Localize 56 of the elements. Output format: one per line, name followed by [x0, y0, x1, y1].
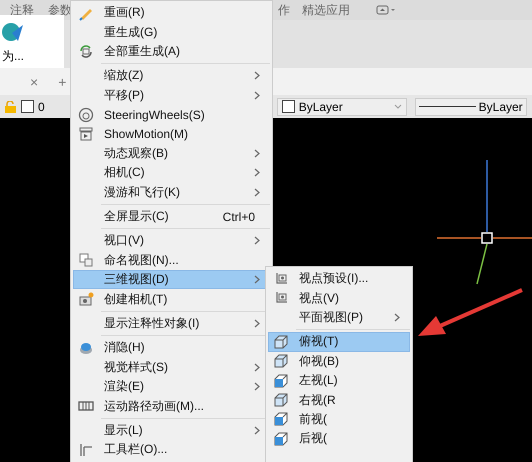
linetype-dropdown[interactable]: ByLayer: [414, 98, 527, 116]
menu-item[interactable]: 全部重生成(A): [73, 42, 270, 62]
menu-item[interactable]: 显示(L): [73, 420, 270, 440]
menu-item[interactable]: 后视(: [268, 429, 410, 449]
menu-item[interactable]: 右视(R: [268, 390, 410, 410]
refresh-icon: [78, 43, 94, 60]
menu-item[interactable]: 漫游和飞行(K): [73, 182, 270, 202]
cube-icon: [273, 392, 289, 408]
menu-item[interactable]: ShowMotion(M): [73, 124, 270, 144]
menu-item[interactable]: 命名视图(N)...: [73, 250, 270, 270]
menu-item[interactable]: 显示注释性对象(I): [73, 314, 270, 334]
menu-item[interactable]: 重画(R): [73, 3, 270, 22]
menu-item[interactable]: 平面视图(P): [268, 308, 410, 328]
cube-icon: [273, 411, 289, 428]
file-name: 为...: [2, 48, 24, 65]
menu-item[interactable]: 缩放(Z): [73, 66, 270, 86]
close-tab-button[interactable]: ×: [30, 74, 38, 90]
menu-item[interactable]: 仰视(B): [268, 352, 410, 371]
new-tab-button[interactable]: +: [58, 74, 66, 90]
menu-item[interactable]: 消隐(H): [73, 338, 270, 358]
layer-color-swatch: [21, 100, 34, 113]
play-icon: [78, 126, 94, 142]
menu-item[interactable]: 重生成(G): [73, 22, 270, 42]
menu-item[interactable]: 视点(V): [268, 288, 410, 308]
display-icon[interactable]: [376, 5, 396, 15]
menu-item[interactable]: 创建相机(T): [73, 289, 270, 309]
menu-item[interactable]: 前视(: [268, 410, 410, 430]
cube-icon: [273, 430, 289, 447]
toolbar-icon: [78, 442, 94, 458]
menu-item[interactable]: 视觉样式(S): [73, 358, 270, 378]
ribbon-tab[interactable]: 作: [278, 2, 290, 18]
ribbon-tab[interactable]: 注释: [10, 2, 34, 18]
wheel-icon: [78, 106, 94, 123]
menu-item[interactable]: 工具栏(O)...: [73, 440, 270, 460]
menu-item[interactable]: 视口(V): [73, 231, 270, 251]
windows-icon: [78, 252, 94, 268]
menu-item[interactable]: 视点预设(I)...: [268, 269, 410, 288]
menu-item[interactable]: 运动路径动画(M)...: [73, 396, 270, 416]
color-dropdown[interactable]: ByLayer: [276, 98, 407, 116]
menu-item[interactable]: SteeringWheels(S): [73, 104, 270, 124]
menu-item[interactable]: 渲染(E): [73, 377, 270, 396]
file-thumbnail-icon: [2, 21, 24, 43]
menu-item[interactable]: 俯视(T): [268, 332, 410, 352]
menu-item[interactable]: 左视(L): [268, 370, 410, 390]
menu-item[interactable]: 相机(C): [73, 163, 270, 183]
menu-item[interactable]: 平移(P): [73, 86, 270, 105]
menu-item[interactable]: 动态观察(B): [73, 144, 270, 164]
line-sample-icon: [418, 105, 476, 108]
layer-name: 0: [38, 100, 45, 114]
chevron-down-icon: [394, 104, 402, 109]
menu-item[interactable]: 全屏显示(C) Ctrl+0: [73, 206, 270, 226]
cube-icon: [273, 334, 289, 350]
camera-icon: [78, 291, 94, 308]
cube-icon: [273, 353, 289, 370]
cube-icon: [273, 372, 289, 389]
ribbon-tab[interactable]: 精选应用: [302, 2, 350, 18]
